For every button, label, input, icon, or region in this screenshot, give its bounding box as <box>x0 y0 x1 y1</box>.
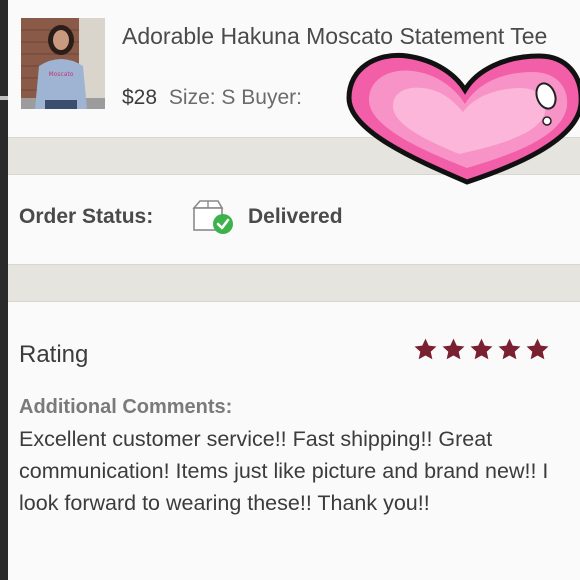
additional-comments-label: Additional Comments: <box>19 396 233 418</box>
star-icon <box>526 338 549 360</box>
box-delivered-check-icon <box>190 196 236 236</box>
svg-text:Moscato: Moscato <box>49 71 74 78</box>
order-status-value: Delivered <box>248 205 343 228</box>
edge-divider <box>0 96 8 100</box>
rating-label: Rating <box>19 341 89 368</box>
rating-stars <box>413 337 550 362</box>
buyer-label: Buyer: <box>241 86 302 109</box>
star-icon <box>442 338 465 360</box>
section-divider <box>8 264 580 302</box>
product-price: $28 <box>122 86 158 109</box>
star-icon <box>498 338 521 360</box>
order-details-screen: Moscato Adorable Hakuna Moscato Statemen… <box>8 0 580 580</box>
star-icon <box>414 338 437 360</box>
product-size: Size: S <box>168 86 236 109</box>
additional-comments-text: Excellent customer service!! Fast shippi… <box>19 427 549 515</box>
order-status-label: Order Status: <box>19 205 154 228</box>
product-thumbnail[interactable]: Moscato <box>21 18 105 109</box>
product-meta: $28 Size: S Buyer: <box>122 86 302 110</box>
pink-heart-sticker <box>341 46 580 186</box>
rating-section: Rating Additional Comments: Excellent cu… <box>8 301 580 580</box>
star-icon <box>470 338 493 360</box>
order-status-row: Order Status: Delivered <box>8 174 580 263</box>
